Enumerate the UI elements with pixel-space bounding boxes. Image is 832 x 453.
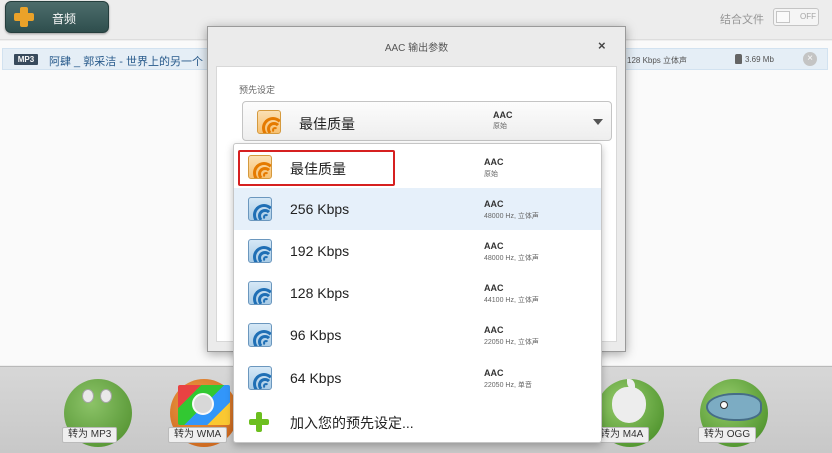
aac-blue-icon <box>248 366 272 390</box>
preset-option-format: AAC <box>484 283 504 293</box>
preset-option-format: AAC <box>484 157 504 167</box>
aac-orange-icon <box>257 110 281 134</box>
preset-option-name: 256 Kbps <box>290 201 350 217</box>
preset-option-detail: 原始 <box>484 171 498 178</box>
preset-option-name: 64 Kbps <box>290 370 342 386</box>
preset-option[interactable]: 256 Kbps AAC 48000 Hz, 立体声 <box>234 188 601 230</box>
preset-option[interactable]: 最佳质量 AAC 原始 <box>234 146 601 188</box>
preset-option-name: 96 Kbps <box>290 327 342 343</box>
highlight-box <box>238 150 395 186</box>
close-icon[interactable]: × <box>598 38 606 53</box>
preset-option-format: AAC <box>484 241 504 251</box>
preset-option-name: 192 Kbps <box>290 243 350 259</box>
preset-select[interactable]: 最佳质量 AAC 原始 <box>242 101 612 141</box>
add-icon <box>249 412 269 432</box>
preset-dropdown: 最佳质量 AAC 原始 256 Kbps AAC 48000 Hz, 立体声 1… <box>233 143 602 443</box>
add-preset-option[interactable]: 加入您的预先设定... <box>234 400 601 442</box>
preset-option-detail: 22050 Hz, 单音 <box>484 382 532 389</box>
preset-option-detail: 48000 Hz, 立体声 <box>484 255 539 262</box>
aac-blue-icon <box>248 281 272 305</box>
preset-option[interactable]: 192 Kbps AAC 48000 Hz, 立体声 <box>234 230 601 272</box>
preset-label: 预先设定 <box>239 85 276 95</box>
selected-preset-name: 最佳质量 <box>299 116 355 132</box>
aac-blue-icon <box>248 323 272 347</box>
preset-option[interactable]: 96 Kbps AAC 22050 Hz, 立体声 <box>234 314 601 356</box>
preset-option-format: AAC <box>484 199 504 209</box>
preset-option-format: AAC <box>484 368 504 378</box>
preset-option-detail: 22050 Hz, 立体声 <box>484 339 539 346</box>
chevron-down-icon[interactable] <box>593 119 603 125</box>
aac-blue-icon <box>248 239 272 263</box>
preset-option-detail: 44100 Hz, 立体声 <box>484 297 539 304</box>
preset-option-name: 128 Kbps <box>290 285 350 301</box>
preset-option-format: AAC <box>484 325 504 335</box>
preset-option-detail: 48000 Hz, 立体声 <box>484 213 539 220</box>
add-preset-label: 加入您的预先设定... <box>290 415 414 431</box>
preset-option[interactable]: 128 Kbps AAC 44100 Hz, 立体声 <box>234 272 601 314</box>
preset-option[interactable]: 64 Kbps AAC 22050 Hz, 单音 <box>234 357 601 399</box>
selected-preset-format: AAC <box>493 110 513 120</box>
aac-blue-icon <box>248 197 272 221</box>
selected-preset-detail: 原始 <box>493 123 507 130</box>
dialog-title: AAC 输出参数 <box>384 43 449 54</box>
